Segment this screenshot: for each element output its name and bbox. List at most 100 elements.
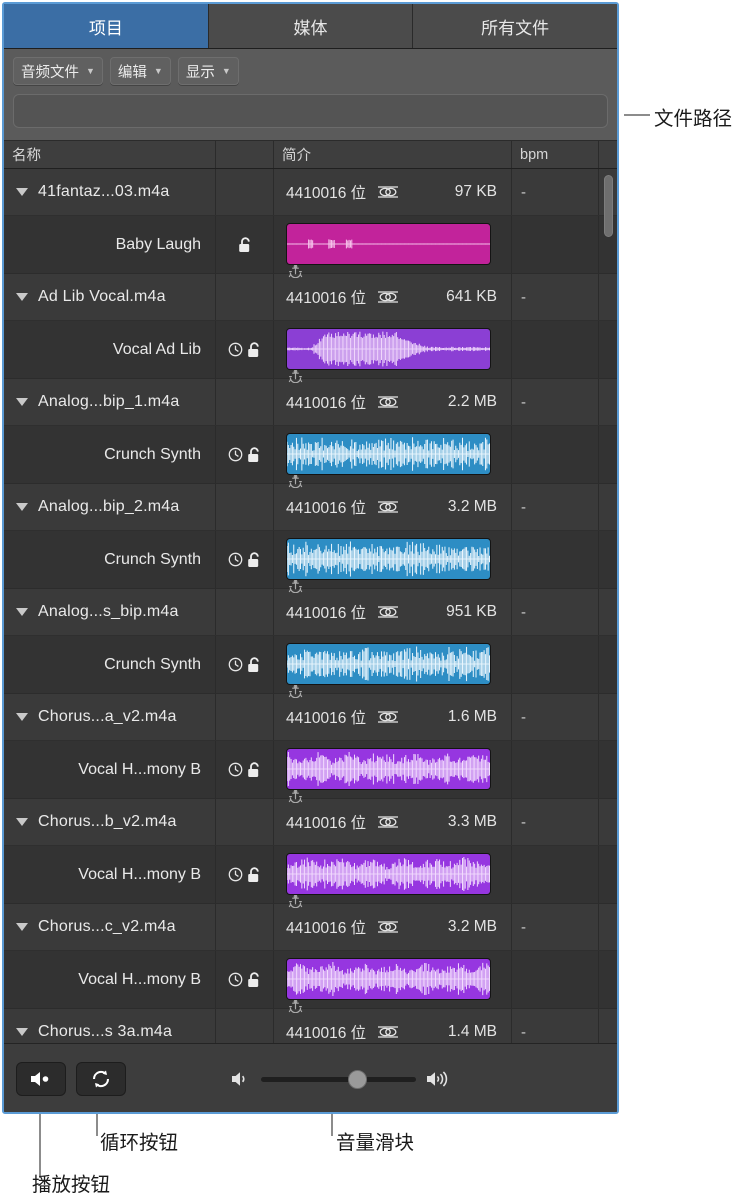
region-name-cell[interactable]: Vocal H...mony B (4, 951, 216, 1008)
region-row[interactable]: Vocal H...mony B (4, 741, 617, 803)
waveform-container[interactable] (286, 958, 491, 1013)
region-row[interactable]: Vocal Ad Lib (4, 321, 617, 383)
region-waveform-cell[interactable] (274, 321, 512, 383)
play-button[interactable] (16, 1062, 66, 1096)
waveform-container[interactable] (286, 433, 491, 488)
file-name-cell[interactable]: 41fantaz...03.m4a (4, 169, 216, 215)
region-status-cell[interactable] (216, 531, 274, 588)
file-lock-cell (216, 799, 274, 845)
region-row[interactable]: Vocal H...mony B (4, 951, 617, 1013)
waveform-clip[interactable] (286, 643, 491, 685)
disclosure-triangle-icon[interactable] (16, 293, 28, 301)
file-name-cell[interactable]: Chorus...b_v2.m4a (4, 799, 216, 845)
region-name-cell[interactable]: Crunch Synth (4, 531, 216, 588)
audio-file-list[interactable]: 41fantaz...03.m4a 4410016 位 97 KB - Baby Lau… (4, 169, 617, 1043)
column-header-info[interactable]: 简介 (274, 141, 512, 168)
volume-slider-knob[interactable] (347, 1069, 367, 1089)
region-status-cell[interactable] (216, 636, 274, 693)
waveform-container[interactable] (286, 328, 491, 383)
table-row[interactable]: Chorus...a_v2.m4a 4410016 位 1.6 MB - (4, 694, 617, 741)
file-name-cell[interactable]: Analog...s_bip.m4a (4, 589, 216, 635)
view-menu-button[interactable]: 显示 ▼ (177, 57, 239, 85)
waveform-container[interactable] (286, 538, 491, 593)
stereo-icon (378, 816, 399, 828)
disclosure-triangle-icon[interactable] (16, 188, 28, 196)
disclosure-triangle-icon[interactable] (16, 818, 28, 826)
column-header-bpm-label: bpm (520, 146, 549, 163)
table-row[interactable]: Analog...bip_1.m4a 4410016 位 2.2 MB - (4, 379, 617, 426)
waveform-container[interactable] (286, 223, 491, 278)
region-row[interactable]: Vocal H...mony B (4, 846, 617, 908)
region-name-cell[interactable]: Vocal H...mony B (4, 846, 216, 903)
region-waveform-cell[interactable] (274, 216, 512, 278)
column-header-name[interactable]: 名称 (4, 141, 216, 168)
disclosure-triangle-icon[interactable] (16, 1028, 28, 1036)
region-row[interactable]: Crunch Synth (4, 636, 617, 698)
region-name-cell[interactable]: Crunch Synth (4, 426, 216, 483)
region-row[interactable]: Crunch Synth (4, 426, 617, 488)
tab-all-files[interactable]: 所有文件 (413, 4, 617, 48)
file-info-cell: 4410016 位 3.3 MB (274, 799, 512, 845)
file-name-cell[interactable]: Analog...bip_1.m4a (4, 379, 216, 425)
disclosure-triangle-icon[interactable] (16, 503, 28, 511)
file-name-cell[interactable]: Ad Lib Vocal.m4a (4, 274, 216, 320)
file-path-field[interactable] (13, 94, 608, 128)
waveform-container[interactable] (286, 643, 491, 698)
disclosure-triangle-icon[interactable] (16, 608, 28, 616)
region-waveform-cell[interactable] (274, 636, 512, 698)
audio-file-menu-button[interactable]: 音频文件 ▼ (13, 57, 103, 85)
region-name-cell[interactable]: Baby Laugh (4, 216, 216, 273)
waveform-clip[interactable] (286, 853, 491, 895)
disclosure-triangle-icon[interactable] (16, 923, 28, 931)
waveform-container[interactable] (286, 853, 491, 908)
table-row[interactable]: Chorus...s 3a.m4a 4410016 位 1.4 MB - (4, 1009, 617, 1043)
column-header-lock[interactable] (216, 141, 274, 168)
region-name-cell[interactable]: Vocal H...mony B (4, 741, 216, 798)
list-scrollbar-thumb[interactable] (604, 175, 613, 237)
region-waveform-cell[interactable] (274, 531, 512, 593)
waveform-clip[interactable] (286, 538, 491, 580)
waveform-container[interactable] (286, 748, 491, 803)
table-row[interactable]: Analog...s_bip.m4a 4410016 位 951 KB - (4, 589, 617, 636)
file-size-label: 641 KB (446, 288, 497, 305)
region-waveform-cell[interactable] (274, 741, 512, 803)
region-row[interactable]: Baby Laugh (4, 216, 617, 278)
region-status-cell[interactable] (216, 216, 274, 273)
region-waveform-cell[interactable] (274, 951, 512, 1013)
file-name-cell[interactable]: Chorus...c_v2.m4a (4, 904, 216, 950)
region-status-cell[interactable] (216, 426, 274, 483)
file-lock-cell (216, 904, 274, 950)
waveform-clip[interactable] (286, 748, 491, 790)
list-scrollbar[interactable] (603, 175, 614, 1037)
disclosure-triangle-icon[interactable] (16, 398, 28, 406)
region-waveform-cell[interactable] (274, 426, 512, 488)
waveform-clip[interactable] (286, 223, 491, 265)
table-row[interactable]: Ad Lib Vocal.m4a 4410016 位 641 KB - (4, 274, 617, 321)
column-header-bpm[interactable]: bpm (512, 141, 599, 168)
region-row[interactable]: Crunch Synth (4, 531, 617, 593)
region-name-cell[interactable]: Crunch Synth (4, 636, 216, 693)
edit-menu-button[interactable]: 编辑 ▼ (109, 57, 171, 85)
waveform-clip[interactable] (286, 958, 491, 1000)
region-name-cell[interactable]: Vocal Ad Lib (4, 321, 216, 378)
tab-projects[interactable]: 项目 (4, 4, 209, 48)
disclosure-triangle-icon[interactable] (16, 713, 28, 721)
table-row[interactable]: Analog...bip_2.m4a 4410016 位 3.2 MB - (4, 484, 617, 531)
region-status-cell[interactable] (216, 951, 274, 1008)
table-row[interactable]: Chorus...c_v2.m4a 4410016 位 3.2 MB - (4, 904, 617, 951)
waveform-clip[interactable] (286, 433, 491, 475)
tab-media[interactable]: 媒体 (208, 4, 414, 48)
region-waveform-cell[interactable] (274, 846, 512, 908)
loop-button[interactable] (76, 1062, 126, 1096)
file-info-text: 4410016 位 641 KB (274, 286, 511, 308)
volume-slider[interactable] (261, 1069, 416, 1089)
region-status-cell[interactable] (216, 741, 274, 798)
waveform-clip[interactable] (286, 328, 491, 370)
file-name-cell[interactable]: Chorus...s 3a.m4a (4, 1009, 216, 1043)
file-name-cell[interactable]: Chorus...a_v2.m4a (4, 694, 216, 740)
table-row[interactable]: 41fantaz...03.m4a 4410016 位 97 KB - (4, 169, 617, 216)
region-status-cell[interactable] (216, 321, 274, 378)
file-name-cell[interactable]: Analog...bip_2.m4a (4, 484, 216, 530)
region-status-cell[interactable] (216, 846, 274, 903)
table-row[interactable]: Chorus...b_v2.m4a 4410016 位 3.3 MB - (4, 799, 617, 846)
